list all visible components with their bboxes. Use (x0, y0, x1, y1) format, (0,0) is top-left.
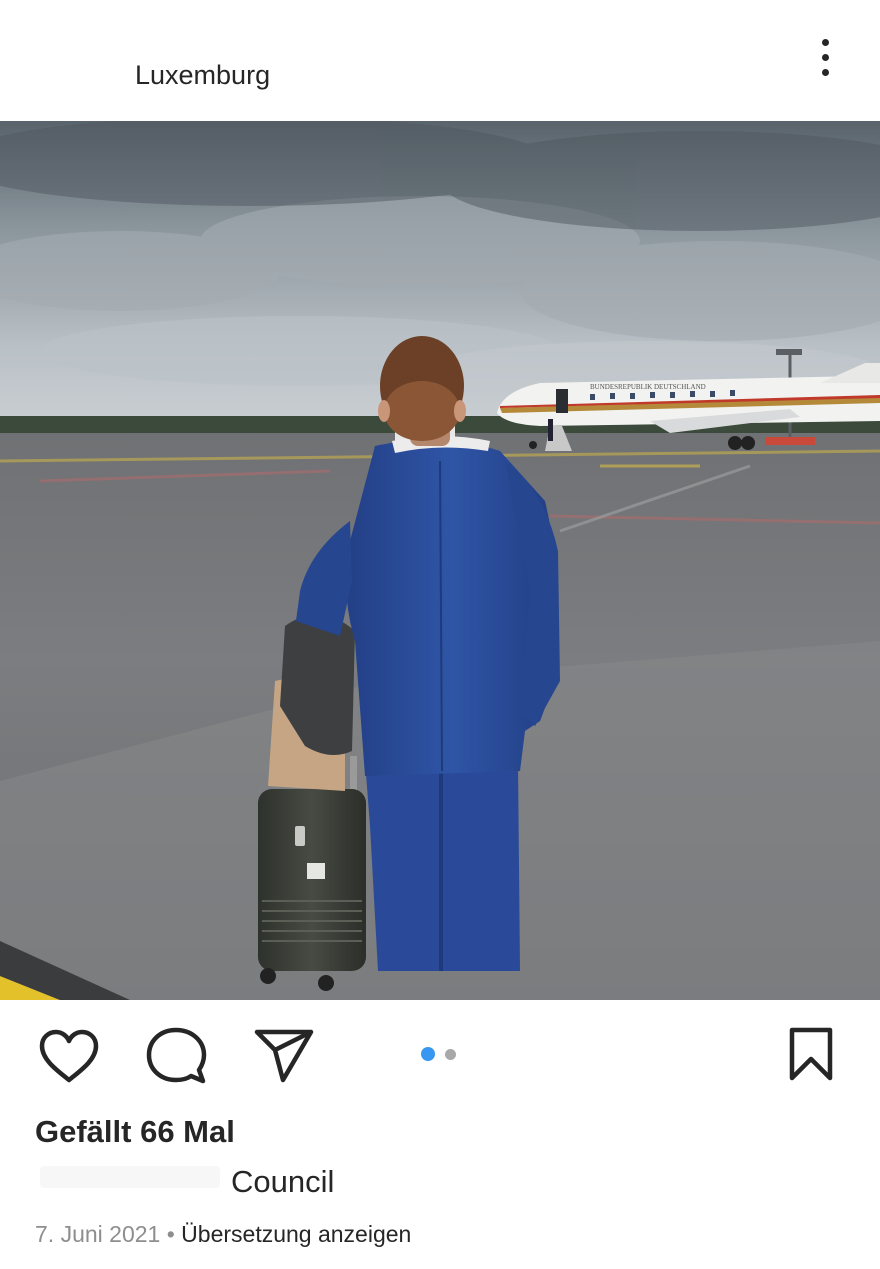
separator-dot: • (160, 1221, 182, 1247)
redacted-username (40, 1166, 220, 1188)
translate-link[interactable]: Übersetzung anzeigen (181, 1221, 411, 1247)
bookmark-icon[interactable] (786, 1026, 836, 1084)
post-actions-bar (0, 1000, 880, 1110)
post-caption: Council (231, 1164, 335, 1199)
post-date: 7. Juni 2021 (35, 1221, 161, 1247)
likes-count[interactable]: Gefällt 66 Mal (35, 1114, 235, 1150)
carousel-dot[interactable] (445, 1049, 456, 1060)
post-meta: 7. Juni 2021 • Übersetzung anzeigen (35, 1221, 411, 1248)
post-photo[interactable]: BUNDESREPUBLIK DEUTSCHLAND (0, 121, 880, 1000)
comment-icon[interactable] (145, 1026, 207, 1086)
carousel-dot-active[interactable] (421, 1047, 435, 1061)
post-header: Luxemburg (0, 0, 880, 120)
heart-icon[interactable] (38, 1028, 100, 1084)
svg-text:BUNDESREPUBLIK DEUTSCHLAND: BUNDESREPUBLIK DEUTSCHLAND (590, 383, 706, 391)
more-vertical-icon[interactable] (812, 36, 840, 80)
post-location[interactable]: Luxemburg (135, 60, 270, 91)
suitcase (258, 756, 366, 991)
paper-plane-icon[interactable] (253, 1028, 315, 1084)
